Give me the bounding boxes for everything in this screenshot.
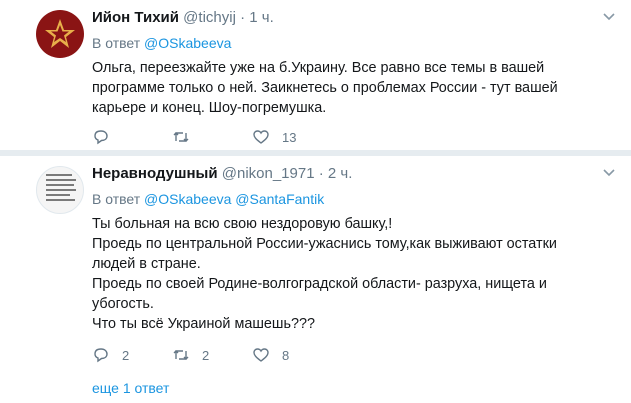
tweet-header: Неравнодушный @nikon_1971 · 2 ч. [92,164,352,184]
text-image-avatar [46,174,76,204]
chevron-down-icon[interactable] [601,8,617,24]
timestamp[interactable]: 2 ч. [328,165,353,182]
retweet-icon [173,132,189,142]
user-handle[interactable]: @nikon_1971 [222,165,315,182]
tweet-actions: 13 [92,128,332,146]
dot-separator: · [240,9,246,26]
reply-button[interactable] [92,128,172,146]
reply-button[interactable]: 2 [92,346,172,364]
display-name[interactable]: Неравнодушный [92,165,218,182]
reply-prefix: В ответ [92,35,141,51]
heart-icon [253,130,269,144]
tweet-line-1: Ты больная на всю свою нездоровую башку,… [92,216,393,232]
reply-prefix: В ответ [92,191,141,207]
timestamp[interactable]: 1 ч. [249,9,274,26]
tweet-header: Ийон Тихий @tichyij · 1 ч. [92,8,274,28]
reply-mention-link[interactable]: @OSkabeeva [144,35,231,51]
reply-icon [94,130,108,145]
avatar[interactable] [36,10,84,58]
retweet-count: 2 [202,347,210,363]
tweet-line-2: Проедь по центральной России-ужаснись то… [92,236,557,272]
retweet-icon [173,350,189,360]
tweet-2[interactable]: Неравнодушный @nikon_1971 · 2 ч. В ответ… [0,156,631,376]
heart-icon [253,348,269,362]
tweet-line-3: Проедь по своей Родине-волгоградской обл… [92,276,547,312]
avatar[interactable] [36,166,84,214]
retweet-button[interactable] [172,128,252,146]
reply-icon [94,348,108,363]
like-count: 13 [282,129,297,145]
like-count: 8 [282,347,290,363]
user-handle[interactable]: @tichyij [183,9,236,26]
tweet-text: Ольга, переезжайте уже на б.Украину. Все… [92,58,583,118]
display-name[interactable]: Ийон Тихий [92,9,179,26]
tweet-1[interactable]: Ийон Тихий @tichyij · 1 ч. В ответ @OSka… [0,0,631,150]
tweet-text: Ты больная на всю свою нездоровую башку,… [92,214,583,334]
tweet-text-body: Ольга, переезжайте уже на б.Украину. Все… [92,60,558,116]
reply-context: В ответ @OSkabeeva [92,34,231,52]
like-button[interactable]: 8 [252,346,332,364]
red-star-icon [45,19,75,48]
tweet-actions: 2 2 8 [92,346,332,364]
like-button[interactable]: 13 [252,128,332,146]
chevron-down-icon[interactable] [601,164,617,180]
reply-context: В ответ @OSkabeeva @SantaFantik [92,190,324,208]
tweet-line-4: Что ты всё Украиной машешь??? [92,316,315,332]
reply-mention-link[interactable]: @OSkabeeva @SantaFantik [144,191,324,207]
show-more-replies-link[interactable]: еще 1 ответ [92,380,169,396]
reply-count: 2 [122,347,130,363]
retweet-button[interactable]: 2 [172,346,252,364]
dot-separator: · [318,165,324,182]
